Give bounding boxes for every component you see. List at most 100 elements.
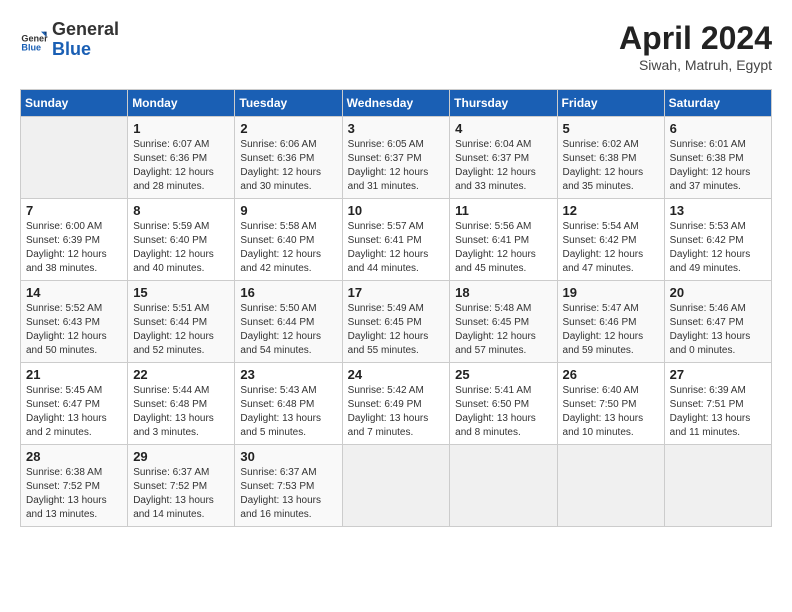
day-header-saturday: Saturday: [664, 90, 771, 117]
day-number: 28: [26, 449, 122, 464]
day-number: 24: [348, 367, 445, 382]
month-title: April 2024: [619, 20, 772, 57]
day-cell-13: 13 Sunrise: 5:53 AM Sunset: 6:42 PM Dayli…: [664, 199, 771, 281]
page-header: General Blue General Blue April 2024 Siw…: [20, 20, 772, 73]
day-cell-14: 14 Sunrise: 5:52 AM Sunset: 6:43 PM Dayli…: [21, 281, 128, 363]
day-cell-8: 8 Sunrise: 5:59 AM Sunset: 6:40 PM Daylig…: [128, 199, 235, 281]
day-number: 27: [670, 367, 766, 382]
day-info: Sunrise: 5:58 AM Sunset: 6:40 PM Dayligh…: [240, 220, 336, 276]
day-info: Sunrise: 6:37 AM Sunset: 7:53 PM Dayligh…: [240, 466, 336, 522]
day-cell-23: 23Sunrise: 5:43 AM Sunset: 6:48 PM Dayli…: [235, 363, 342, 445]
day-info: Sunrise: 6:02 AM Sunset: 6:38 PM Dayligh…: [563, 138, 659, 194]
day-cell-16: 16 Sunrise: 5:50 AM Sunset: 6:44 PM Dayli…: [235, 281, 342, 363]
calendar-week-1: 1 Sunrise: 6:07 AM Sunset: 6:36 PM Daylig…: [21, 117, 772, 199]
day-number: 4: [455, 121, 551, 136]
day-header-sunday: Sunday: [21, 90, 128, 117]
day-number: 16: [240, 285, 336, 300]
day-cell-21: 21 Sunrise: 5:45 AM Sunset: 6:47 PM Dayli…: [21, 363, 128, 445]
svg-text:Blue: Blue: [21, 42, 41, 52]
day-cell-24: 24 Sunrise: 5:42 AM Sunset: 6:49 PM Dayli…: [342, 363, 450, 445]
day-number: 22: [133, 367, 229, 382]
day-number: 26: [563, 367, 659, 382]
day-number: 25: [455, 367, 551, 382]
day-number: 9: [240, 203, 336, 218]
day-number: 11: [455, 203, 551, 218]
day-cell-9: 9 Sunrise: 5:58 AM Sunset: 6:40 PM Daylig…: [235, 199, 342, 281]
day-number: 29: [133, 449, 229, 464]
day-info: Sunrise: 6:00 AM Sunset: 6:39 PM Dayligh…: [26, 220, 122, 276]
empty-cell: [557, 445, 664, 527]
day-cell-18: 18Sunrise: 5:48 AM Sunset: 6:45 PM Dayli…: [450, 281, 557, 363]
day-cell-7: 7 Sunrise: 6:00 AM Sunset: 6:39 PM Daylig…: [21, 199, 128, 281]
day-number: 17: [348, 285, 445, 300]
day-header-tuesday: Tuesday: [235, 90, 342, 117]
day-number: 6: [670, 121, 766, 136]
day-cell-28: 28 Sunrise: 6:38 AM Sunset: 7:52 PM Dayli…: [21, 445, 128, 527]
day-header-monday: Monday: [128, 90, 235, 117]
day-cell-27: 27 Sunrise: 6:39 AM Sunset: 7:51 PM Dayli…: [664, 363, 771, 445]
empty-cell: [342, 445, 450, 527]
day-cell-12: 12Sunrise: 5:54 AM Sunset: 6:42 PM Dayli…: [557, 199, 664, 281]
day-cell-1: 1 Sunrise: 6:07 AM Sunset: 6:36 PM Daylig…: [128, 117, 235, 199]
day-info: Sunrise: 5:51 AM Sunset: 6:44 PM Dayligh…: [133, 302, 229, 358]
day-number: 20: [670, 285, 766, 300]
day-info: Sunrise: 5:44 AM Sunset: 6:48 PM Dayligh…: [133, 384, 229, 440]
day-info: Sunrise: 5:59 AM Sunset: 6:40 PM Dayligh…: [133, 220, 229, 276]
logo-text-line2: Blue: [52, 40, 119, 60]
day-cell-30: 30 Sunrise: 6:37 AM Sunset: 7:53 PM Dayli…: [235, 445, 342, 527]
empty-cell: [450, 445, 557, 527]
day-cell-11: 11 Sunrise: 5:56 AM Sunset: 6:41 PM Dayli…: [450, 199, 557, 281]
calendar-week-5: 28 Sunrise: 6:38 AM Sunset: 7:52 PM Dayli…: [21, 445, 772, 527]
day-number: 1: [133, 121, 229, 136]
day-cell-20: 20 Sunrise: 5:46 AM Sunset: 6:47 PM Dayli…: [664, 281, 771, 363]
day-header-friday: Friday: [557, 90, 664, 117]
day-cell-3: 3Sunrise: 6:05 AM Sunset: 6:37 PM Daylig…: [342, 117, 450, 199]
day-info: Sunrise: 5:46 AM Sunset: 6:47 PM Dayligh…: [670, 302, 766, 358]
day-number: 18: [455, 285, 551, 300]
day-info: Sunrise: 5:50 AM Sunset: 6:44 PM Dayligh…: [240, 302, 336, 358]
day-info: Sunrise: 5:56 AM Sunset: 6:41 PM Dayligh…: [455, 220, 551, 276]
day-number: 7: [26, 203, 122, 218]
day-info: Sunrise: 6:38 AM Sunset: 7:52 PM Dayligh…: [26, 466, 122, 522]
day-cell-29: 29Sunrise: 6:37 AM Sunset: 7:52 PM Dayli…: [128, 445, 235, 527]
day-cell-4: 4 Sunrise: 6:04 AM Sunset: 6:37 PM Daylig…: [450, 117, 557, 199]
day-cell-10: 10 Sunrise: 5:57 AM Sunset: 6:41 PM Dayli…: [342, 199, 450, 281]
day-number: 21: [26, 367, 122, 382]
day-cell-15: 15Sunrise: 5:51 AM Sunset: 6:44 PM Dayli…: [128, 281, 235, 363]
day-info: Sunrise: 6:04 AM Sunset: 6:37 PM Dayligh…: [455, 138, 551, 194]
day-info: Sunrise: 5:54 AM Sunset: 6:42 PM Dayligh…: [563, 220, 659, 276]
day-info: Sunrise: 5:42 AM Sunset: 6:49 PM Dayligh…: [348, 384, 445, 440]
day-info: Sunrise: 6:39 AM Sunset: 7:51 PM Dayligh…: [670, 384, 766, 440]
day-cell-2: 2Sunrise: 6:06 AM Sunset: 6:36 PM Daylig…: [235, 117, 342, 199]
calendar-table: SundayMondayTuesdayWednesdayThursdayFrid…: [20, 89, 772, 527]
day-info: Sunrise: 5:47 AM Sunset: 6:46 PM Dayligh…: [563, 302, 659, 358]
day-info: Sunrise: 5:52 AM Sunset: 6:43 PM Dayligh…: [26, 302, 122, 358]
day-cell-22: 22 Sunrise: 5:44 AM Sunset: 6:48 PM Dayli…: [128, 363, 235, 445]
day-number: 14: [26, 285, 122, 300]
day-info: Sunrise: 5:49 AM Sunset: 6:45 PM Dayligh…: [348, 302, 445, 358]
day-header-thursday: Thursday: [450, 90, 557, 117]
day-number: 30: [240, 449, 336, 464]
day-number: 23: [240, 367, 336, 382]
day-number: 13: [670, 203, 766, 218]
location-subtitle: Siwah, Matruh, Egypt: [619, 57, 772, 73]
day-number: 5: [563, 121, 659, 136]
day-number: 19: [563, 285, 659, 300]
day-cell-5: 5 Sunrise: 6:02 AM Sunset: 6:38 PM Daylig…: [557, 117, 664, 199]
day-cell-26: 26 Sunrise: 6:40 AM Sunset: 7:50 PM Dayli…: [557, 363, 664, 445]
day-info: Sunrise: 5:41 AM Sunset: 6:50 PM Dayligh…: [455, 384, 551, 440]
day-info: Sunrise: 5:45 AM Sunset: 6:47 PM Dayligh…: [26, 384, 122, 440]
day-info: Sunrise: 6:05 AM Sunset: 6:37 PM Dayligh…: [348, 138, 445, 194]
day-number: 10: [348, 203, 445, 218]
day-info: Sunrise: 6:07 AM Sunset: 6:36 PM Dayligh…: [133, 138, 229, 194]
day-number: 8: [133, 203, 229, 218]
logo-text-line1: General: [52, 20, 119, 40]
day-info: Sunrise: 5:57 AM Sunset: 6:41 PM Dayligh…: [348, 220, 445, 276]
empty-cell: [21, 117, 128, 199]
day-info: Sunrise: 6:40 AM Sunset: 7:50 PM Dayligh…: [563, 384, 659, 440]
day-number: 2: [240, 121, 336, 136]
day-cell-25: 25 Sunrise: 5:41 AM Sunset: 6:50 PM Dayli…: [450, 363, 557, 445]
day-info: Sunrise: 5:53 AM Sunset: 6:42 PM Dayligh…: [670, 220, 766, 276]
day-cell-17: 17 Sunrise: 5:49 AM Sunset: 6:45 PM Dayli…: [342, 281, 450, 363]
calendar-header-row: SundayMondayTuesdayWednesdayThursdayFrid…: [21, 90, 772, 117]
